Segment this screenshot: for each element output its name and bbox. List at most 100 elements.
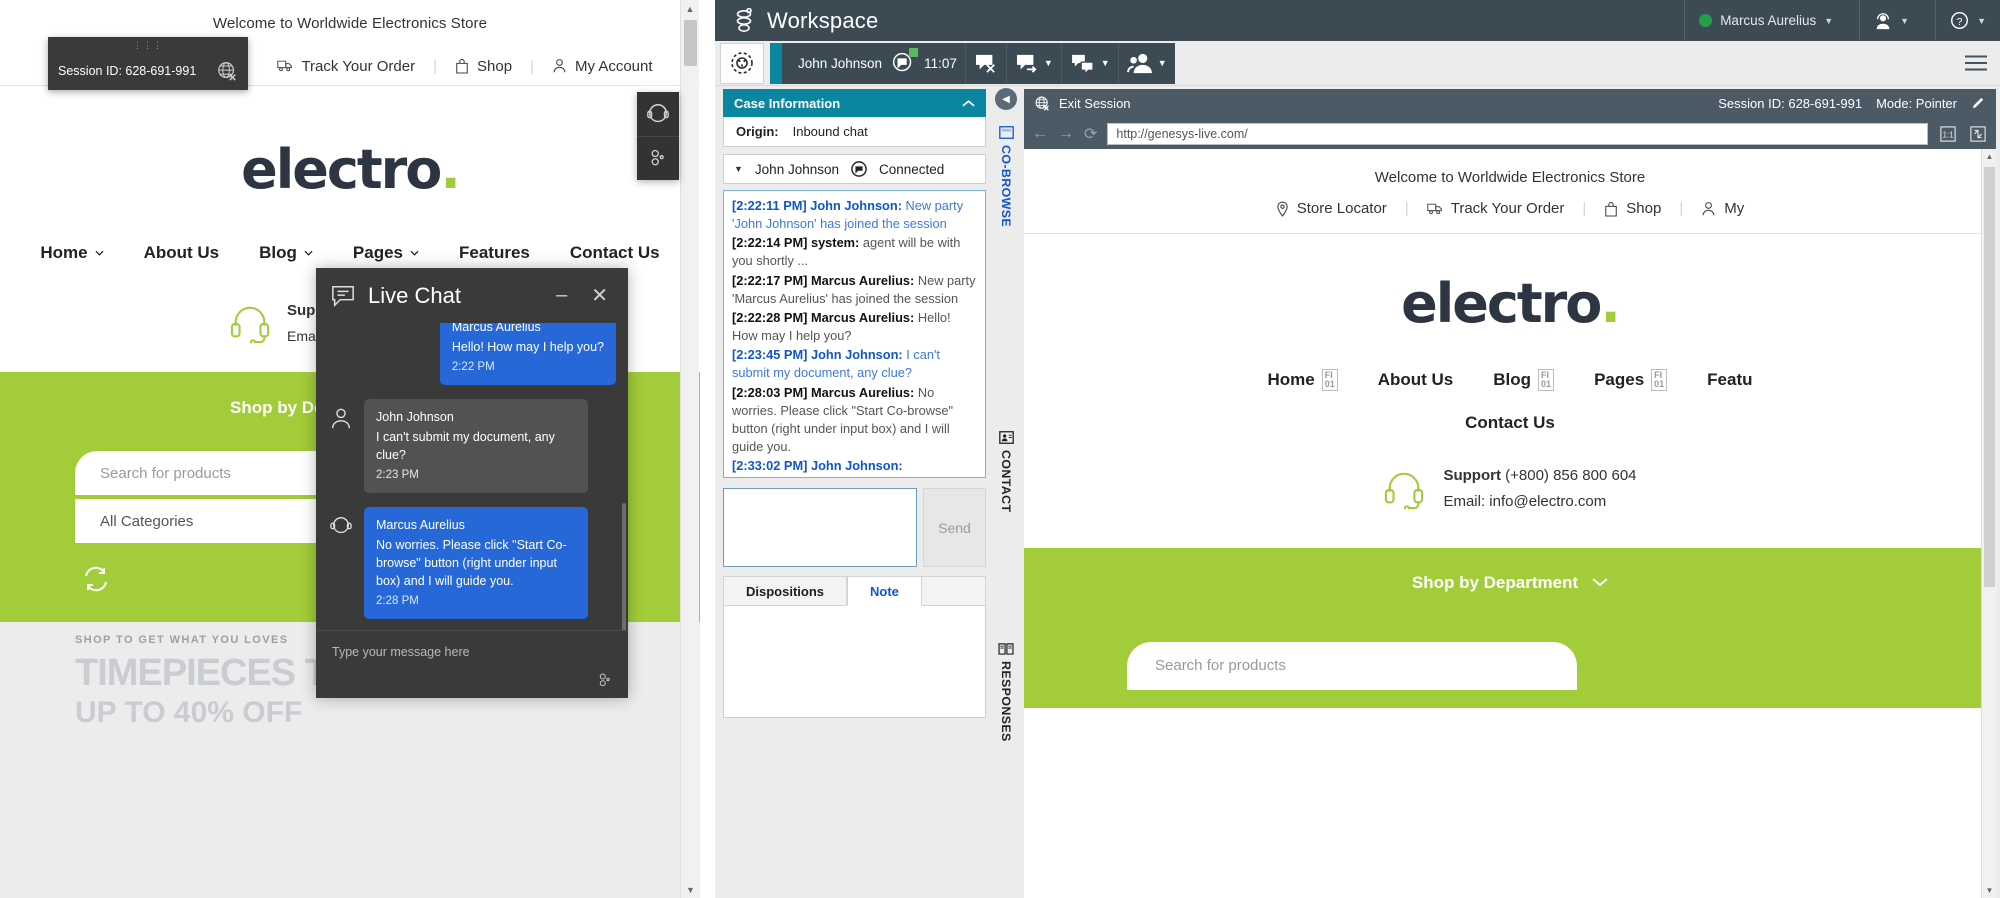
- cobrowse-nav-home[interactable]: Home FI 01: [1247, 369, 1357, 391]
- cobrowse-scroll-thumb[interactable]: [1984, 167, 1995, 587]
- cobrowse-link-shop[interactable]: Shop: [1586, 200, 1679, 217]
- transcript-author: Marcus Aurelius:: [810, 272, 915, 288]
- vtab-contact[interactable]: CONTACT: [998, 425, 1014, 518]
- reload-icon[interactable]: ⟳: [1084, 124, 1097, 144]
- globe-x-icon[interactable]: [1034, 95, 1051, 112]
- party-status-row[interactable]: ▼ John Johnson Connected: [723, 154, 986, 184]
- missing-glyph-icon: FI 01: [1651, 369, 1668, 391]
- customer-nav-about[interactable]: About Us: [124, 243, 240, 263]
- vtab-cobrowse[interactable]: CO-BROWSE: [998, 120, 1014, 233]
- cobrowse-viewport[interactable]: Welcome to Worldwide Electronics Store S…: [1024, 149, 1996, 898]
- cobrowse-header: Exit Session Session ID: 628-691-991 Mod…: [1024, 89, 1996, 118]
- customer-nav-features[interactable]: Features: [439, 243, 550, 263]
- headset-icon[interactable]: [637, 92, 679, 136]
- chevron-up-icon[interactable]: [962, 99, 975, 108]
- transfer-chat-button[interactable]: ▼: [1005, 42, 1061, 84]
- scroll-up-icon[interactable]: ▲: [1982, 149, 1996, 164]
- live-chat-minimize-button[interactable]: –: [550, 284, 573, 307]
- chat-transcript[interactable]: [2:22:11 PM] John Johnson: New party 'Jo…: [723, 190, 986, 478]
- agent-account-menu[interactable]: Marcus Aurelius ▼: [1684, 0, 1847, 41]
- customer-main-nav: Home About Us Blog Pages Features Contac…: [0, 243, 700, 263]
- scale-1to1-icon[interactable]: 1:1: [1938, 125, 1958, 142]
- live-chat-close-button[interactable]: ✕: [585, 283, 614, 308]
- customer-nav-home-label: Home: [40, 243, 88, 262]
- cobrowse-nav-pages-label: Pages: [1594, 370, 1645, 389]
- cobrowse-shop-by-department[interactable]: Shop by Department: [1024, 548, 1996, 593]
- cobrowse-link-track-order[interactable]: Track Your Order: [1409, 200, 1583, 217]
- customer-link-shop[interactable]: Shop: [437, 58, 530, 75]
- cobrowse-nav-pages[interactable]: Pages FI 01: [1574, 369, 1687, 391]
- genesys-workspace: Workspace Marcus Aurelius ▼ ▼ ? ▼ John J…: [715, 0, 2000, 898]
- message-input[interactable]: [723, 488, 917, 567]
- scroll-down-icon[interactable]: ▼: [681, 881, 700, 898]
- cobrowse-link-store-locator[interactable]: Store Locator: [1258, 200, 1405, 217]
- send-button[interactable]: Send: [923, 488, 986, 567]
- customer-link-my-account[interactable]: My Account: [534, 58, 671, 75]
- customer-link-track-order[interactable]: Track Your Order: [259, 58, 433, 75]
- cobrowse-exit-label[interactable]: Exit Session: [1059, 96, 1131, 111]
- live-chat-input[interactable]: Type your message here: [316, 630, 628, 698]
- cobrowse-icon[interactable]: [637, 136, 679, 180]
- consult-chat-button[interactable]: ▼: [1060, 42, 1118, 84]
- agent-state-menu[interactable]: ▼: [1859, 0, 1923, 41]
- vtab-cobrowse-label: CO-BROWSE: [999, 145, 1013, 228]
- customer-nav-blog[interactable]: Blog: [239, 243, 333, 263]
- interaction-duration: 11:07: [924, 55, 957, 71]
- cobrowse-session-meta: Session ID: 628-691-991 Mode: Pointer: [1718, 96, 1986, 111]
- back-icon[interactable]: ←: [1032, 125, 1048, 143]
- cobrowse-url-input[interactable]: http://genesys-live.com/: [1107, 122, 1928, 145]
- party-action-button[interactable]: ▼: [1117, 42, 1175, 84]
- cobrowse-nav-features[interactable]: Featu: [1687, 370, 1772, 390]
- refresh-icon[interactable]: [82, 565, 112, 595]
- cobrowse-icon[interactable]: [596, 672, 614, 690]
- cobrowse-search-input[interactable]: Search for products: [1127, 641, 1577, 690]
- forward-icon[interactable]: →: [1058, 125, 1074, 143]
- chat-state-icon: [851, 161, 867, 177]
- note-textarea[interactable]: [723, 606, 986, 718]
- end-chat-button[interactable]: [964, 42, 1006, 84]
- session-id-badge[interactable]: ⋮⋮⋮ Session ID: 628-691-991: [48, 37, 248, 90]
- tab-note[interactable]: Note: [847, 576, 922, 606]
- workspace-toolbar: John Johnson 11:07 ▼ ▼ ▼: [715, 41, 2000, 86]
- scroll-thumb[interactable]: [684, 20, 697, 66]
- hamburger-icon[interactable]: [1952, 43, 2000, 84]
- cobrowse-panel-icon: [998, 126, 1014, 139]
- agent-name: Marcus Aurelius: [1720, 13, 1817, 28]
- expand-icon[interactable]: ▼: [734, 164, 743, 174]
- fit-to-window-icon[interactable]: [1968, 125, 1988, 142]
- transcript-author: John Johnson:: [810, 198, 902, 213]
- cobrowse-scrollbar[interactable]: ▲ ▼: [1981, 149, 1996, 898]
- help-menu[interactable]: ? ▼: [1935, 0, 2000, 41]
- customer-nav-blog-label: Blog: [259, 243, 297, 262]
- interaction-party-name: John Johnson: [798, 55, 883, 71]
- case-information-header[interactable]: Case Information: [723, 89, 986, 117]
- cobrowse-top-links: Store Locator | Track Your Order | Shop …: [1024, 186, 1996, 217]
- transcript-line: [2:22:17 PM] Marcus Aurelius: New party …: [732, 272, 977, 308]
- cobrowse-nav-blog[interactable]: Blog FI 01: [1473, 369, 1574, 391]
- interaction-chip[interactable]: John Johnson 11:07: [770, 42, 965, 84]
- customer-page-scrollbar[interactable]: ▲ ▼: [680, 0, 699, 898]
- chat-message-text: I can't submit my document, any clue?: [376, 430, 555, 463]
- customer-nav-home[interactable]: Home: [20, 243, 123, 263]
- live-chat-scrollbar[interactable]: [622, 503, 626, 630]
- workspace-body: Case Information Origin: Inbound chat ▼ …: [715, 86, 2000, 898]
- customer-nav-pages[interactable]: Pages: [333, 243, 439, 263]
- transcript-time: [2:22:17 PM]: [732, 272, 808, 288]
- scroll-up-icon[interactable]: ▲: [681, 0, 699, 17]
- drag-handle-icon[interactable]: ⋮⋮⋮: [48, 37, 248, 54]
- cobrowse-link-my-account[interactable]: My: [1683, 200, 1762, 217]
- globe-x-icon[interactable]: [216, 60, 238, 82]
- pencil-icon[interactable]: [1971, 96, 1986, 111]
- live-chat-header: Live Chat – ✕: [316, 268, 628, 323]
- target-icon[interactable]: [720, 42, 764, 84]
- customer-nav-contact[interactable]: Contact Us: [550, 243, 680, 263]
- scroll-down-icon[interactable]: ▼: [1982, 883, 1996, 898]
- vtab-responses[interactable]: RESPONSES: [998, 636, 1014, 748]
- cobrowse-nav-contact[interactable]: Contact Us: [1024, 391, 1996, 433]
- customer-logo-text: electro: [241, 138, 442, 201]
- cobrowse-nav-about[interactable]: About Us: [1358, 370, 1474, 390]
- collapse-left-icon[interactable]: ◀: [995, 88, 1017, 110]
- transcript-author: John Johnson:: [810, 347, 903, 363]
- cobrowse-logo-dot: .: [1600, 272, 1620, 335]
- tab-dispositions[interactable]: Dispositions: [723, 576, 848, 606]
